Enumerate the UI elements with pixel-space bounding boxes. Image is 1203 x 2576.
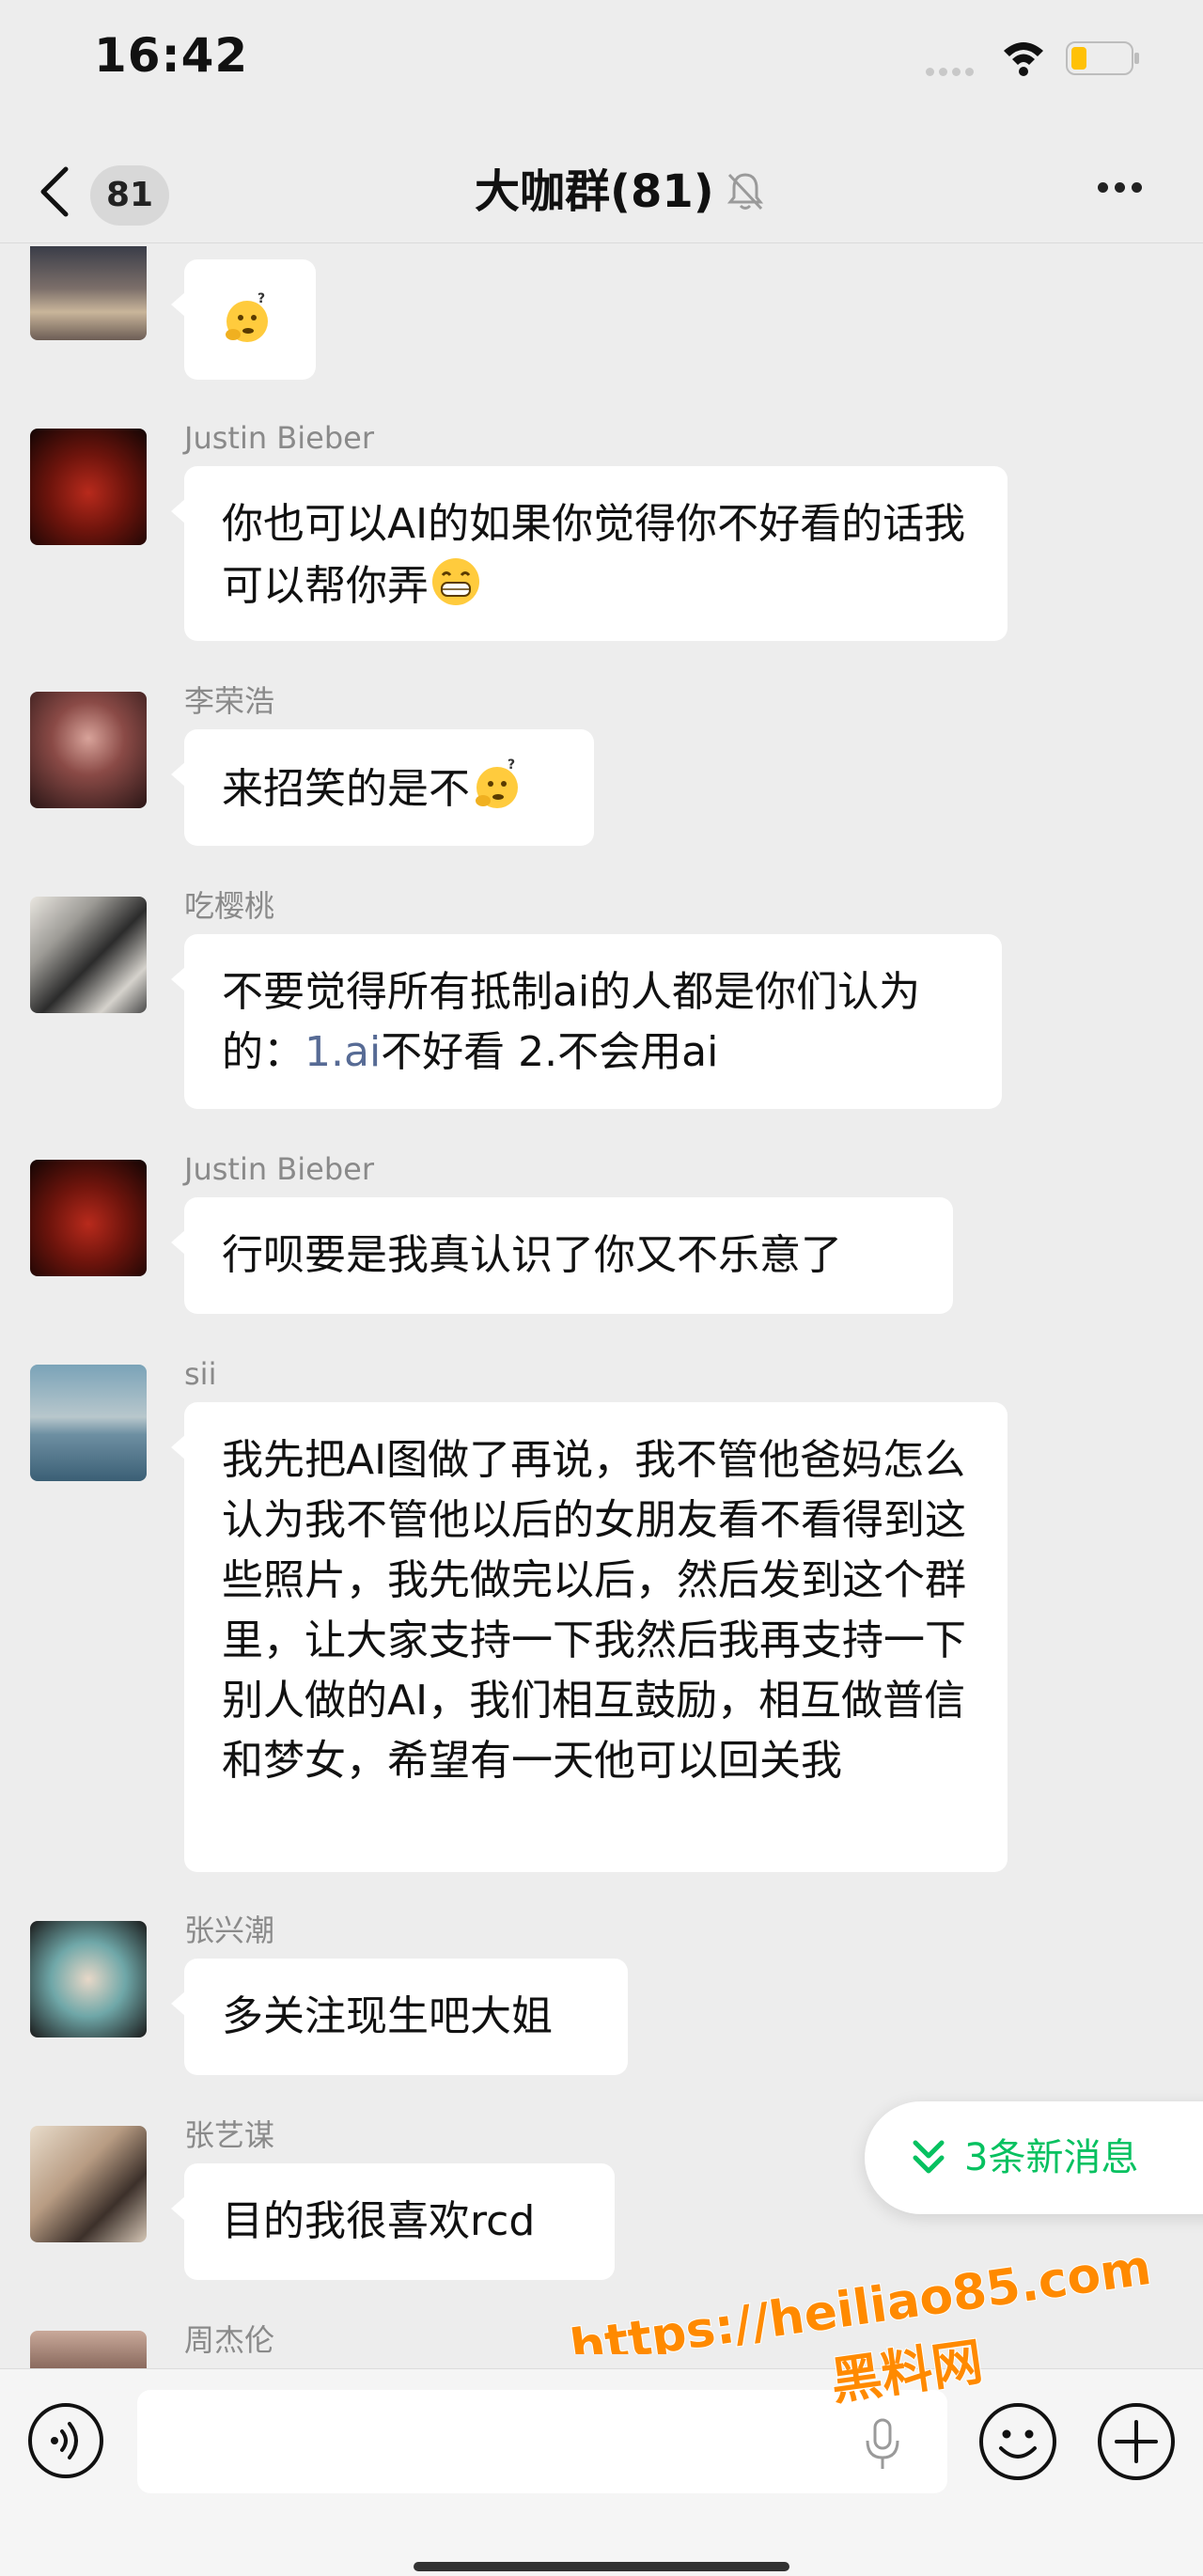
message-bubble[interactable]: 行呗要是我真认识了你又不乐意了 (171, 1197, 953, 1314)
new-messages-button[interactable]: 3条新消息 (865, 2101, 1203, 2214)
chat-header: 81 大咖群(81) (0, 141, 1203, 243)
input-bar (0, 2368, 1203, 2576)
plus-icon[interactable] (1096, 2401, 1177, 2482)
home-indicator (414, 2562, 789, 2571)
message-text: 我先把AI图做了再说，我不管他爸妈怎么认为我不管他以后的女朋友看不看得到这些照片… (222, 1436, 966, 1785)
message-bubble[interactable]: 我先把AI图做了再说，我不管他爸妈怎么认为我不管他以后的女朋友看不看得到这些照片… (171, 1402, 1008, 1872)
new-messages-label: 3条新消息 (964, 2136, 1139, 2179)
back-chevron-icon (40, 166, 69, 217)
battery-icon (1066, 41, 1139, 75)
voice-icon[interactable] (26, 2401, 105, 2480)
watermark-site-name: 黑料网 (826, 2331, 987, 2412)
wifi-icon (1004, 42, 1043, 76)
mute-bell-icon (726, 173, 764, 211)
avatar[interactable] (30, 1921, 147, 2037)
svg-text:黑料网: 黑料网 (827, 2332, 986, 2412)
message-text: 来招笑的是不 (222, 765, 470, 813)
message-link[interactable]: 1.ai (305, 1028, 381, 1076)
double-chevron-down-icon (913, 2140, 945, 2174)
thinking-emoji-icon: ? (476, 757, 518, 808)
mic-icon[interactable] (859, 2416, 906, 2473)
message-text: 行呗要是我真认识了你又不乐意了 (222, 1231, 842, 1279)
avatar[interactable] (30, 2331, 147, 2368)
thinking-emoji-icon: ? (226, 291, 268, 342)
grinning-emoji-icon (432, 558, 479, 605)
sender-name: Justin Bieber (184, 1151, 374, 1187)
avatar[interactable] (30, 1160, 147, 1276)
avatar[interactable] (30, 246, 147, 340)
message-bubble[interactable]: 你也可以AI的如果你觉得你不好看的话我可以帮你弄 (171, 466, 1008, 641)
avatar[interactable] (30, 429, 147, 545)
svg-text:?: ? (258, 291, 265, 306)
avatar[interactable] (30, 1365, 147, 1481)
avatar[interactable] (30, 2126, 147, 2242)
chat-title: 大咖群(81) (475, 165, 714, 218)
sender-name: 张兴潮 (184, 1912, 275, 1948)
message-bubble[interactable]: 来招笑的是不 ? (171, 729, 594, 846)
status-bar: 16:42 (0, 0, 1203, 122)
avatar[interactable] (30, 692, 147, 808)
message-text: 不好看 2.不会用ai (381, 1028, 719, 1076)
avatar[interactable] (30, 897, 147, 1013)
unread-count-badge: 81 (90, 165, 169, 226)
back-button[interactable]: 81 (36, 160, 177, 226)
sender-name: 周杰伦 (184, 2322, 275, 2358)
more-button[interactable] (1098, 179, 1154, 207)
sender-name: sii (184, 1356, 217, 1392)
sender-name: Justin Bieber (184, 420, 374, 456)
message-text: 目的我很喜欢rcd (222, 2197, 536, 2245)
sender-name: 张艺谋 (184, 2117, 275, 2153)
sender-name: 李荣浩 (184, 683, 275, 719)
signal-icon (926, 62, 984, 76)
message-bubble[interactable]: 多关注现生吧大姐 (171, 1959, 628, 2075)
message-text: 你也可以AI的如果你觉得你不好看的话我可以帮你弄 (222, 500, 966, 610)
message-bubble[interactable]: 不要觉得所有抵制ai的人都是你们认为的：1.ai不好看 2.不会用ai (171, 934, 1002, 1109)
message-bubble[interactable]: ? (171, 259, 316, 380)
message-text: 多关注现生吧大姐 (222, 1992, 553, 2040)
status-time: 16:42 (94, 28, 249, 83)
svg-text:?: ? (508, 757, 515, 773)
sender-name: 吃樱桃 (184, 888, 275, 924)
